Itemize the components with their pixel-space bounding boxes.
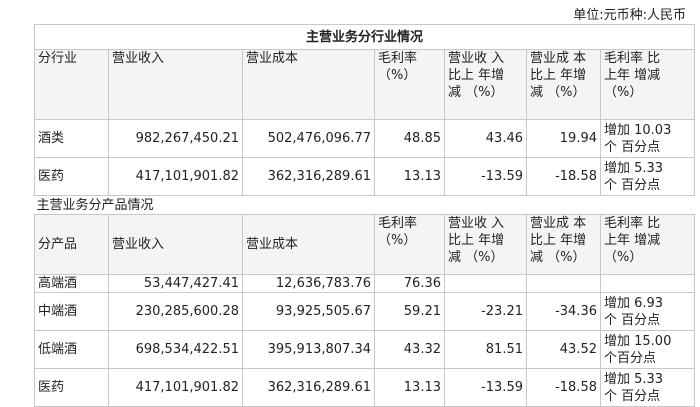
margin-cell: 43.32 xyxy=(374,330,445,369)
header-cell: 分产品 xyxy=(34,214,109,275)
cost-change-cell: 19.94 xyxy=(526,119,601,158)
main-business-table: 主营业务分行业情况 分行业 营业收入 营业成本 毛利率 （%） 营业收 入 比上… xyxy=(33,24,696,407)
product-section-title: 主营业务分产品情况 xyxy=(34,195,695,215)
revenue-cell: 698,534,422.51 xyxy=(108,330,243,369)
revenue-change-cell xyxy=(444,274,527,293)
cost-cell: 502,476,096.77 xyxy=(242,119,375,158)
margin-cell: 59.21 xyxy=(374,292,445,331)
table-row: 医药 417,101,901.82 362,316,289.61 13.13 -… xyxy=(34,157,696,196)
cost-change-cell: 43.52 xyxy=(526,330,601,369)
table-row: 中端酒 230,285,600.28 93,925,505.67 59.21 -… xyxy=(34,292,696,331)
category-cell: 高端酒 xyxy=(34,274,109,293)
margin-change-cell: 增加 15.00 个百分点 xyxy=(599,330,696,369)
margin-change-cell: 增加 6.93 个 百分点 xyxy=(599,292,696,331)
cost-change-cell: -18.58 xyxy=(526,368,601,407)
revenue-cell: 53,447,427.41 xyxy=(108,274,243,293)
margin-change-cell: 增加 10.03 个 百分点 xyxy=(599,119,696,158)
header-cell: 毛利率 （%） xyxy=(374,214,445,275)
cost-change-cell xyxy=(526,274,601,293)
revenue-change-cell: 43.46 xyxy=(444,119,527,158)
revenue-change-cell: -23.21 xyxy=(444,292,527,331)
header-cell: 营业成 本 比上 年增 减 （%） xyxy=(526,49,601,120)
header-cell: 毛利率 比 上年 增减 （%） xyxy=(599,214,696,275)
table-row: 高端酒 53,447,427.41 12,636,783.76 76.36 xyxy=(34,274,696,293)
category-cell: 医药 xyxy=(34,157,109,196)
category-cell: 中端酒 xyxy=(34,292,109,331)
revenue-cell: 230,285,600.28 xyxy=(108,292,243,331)
cost-change-cell: -18.58 xyxy=(526,157,601,196)
industry-section-title: 主营业务分行业情况 xyxy=(33,24,696,50)
header-cell: 营业成本 xyxy=(242,214,375,275)
revenue-change-cell: -13.59 xyxy=(444,368,527,407)
header-cell: 营业收 入 比上 年增 减 （%） xyxy=(444,214,527,275)
margin-change-cell: 增加 5.33 个 百分点 xyxy=(599,157,696,196)
margin-change-cell: 增加 5.33 个 百分点 xyxy=(599,368,696,407)
header-cell: 营业收 入 比上 年增 减 （%） xyxy=(444,49,527,120)
cost-cell: 362,316,289.61 xyxy=(242,157,375,196)
header-cell: 分行业 xyxy=(34,49,109,120)
cost-cell: 12,636,783.76 xyxy=(242,274,375,293)
table-row: 酒类 982,267,450.21 502,476,096.77 48.85 4… xyxy=(34,119,696,158)
cost-cell: 362,316,289.61 xyxy=(242,368,375,407)
margin-cell: 13.13 xyxy=(374,157,445,196)
header-cell: 营业收入 xyxy=(108,214,243,275)
cost-cell: 395,913,807.34 xyxy=(242,330,375,369)
revenue-change-cell: -13.59 xyxy=(444,157,527,196)
revenue-cell: 982,267,450.21 xyxy=(108,119,243,158)
header-cell: 营业收入 xyxy=(108,49,243,120)
table-row: 医药 417,101,901.82 362,316,289.61 13.13 -… xyxy=(34,368,696,407)
header-cell: 营业成本 xyxy=(242,49,375,120)
category-cell: 低端酒 xyxy=(34,330,109,369)
cost-cell: 93,925,505.67 xyxy=(242,292,375,331)
header-cell: 营业成 本 比上 年增 减 （%） xyxy=(526,214,601,275)
table-row: 低端酒 698,534,422.51 395,913,807.34 43.32 … xyxy=(34,330,696,369)
cost-change-cell: -34.36 xyxy=(526,292,601,331)
revenue-change-cell: 81.51 xyxy=(444,330,527,369)
unit-label: 单位:元币种:人民币 xyxy=(573,8,686,23)
revenue-cell: 417,101,901.82 xyxy=(108,157,243,196)
category-cell: 医药 xyxy=(34,368,109,407)
margin-cell: 76.36 xyxy=(374,274,445,293)
header-cell: 毛利率 比 上年 增减 （%） xyxy=(599,49,696,120)
category-cell: 酒类 xyxy=(34,119,109,158)
margin-cell: 48.85 xyxy=(374,119,445,158)
margin-change-cell xyxy=(599,274,696,293)
header-cell: 毛利率 （%） xyxy=(374,49,445,120)
revenue-cell: 417,101,901.82 xyxy=(108,368,243,407)
margin-cell: 13.13 xyxy=(374,368,445,407)
